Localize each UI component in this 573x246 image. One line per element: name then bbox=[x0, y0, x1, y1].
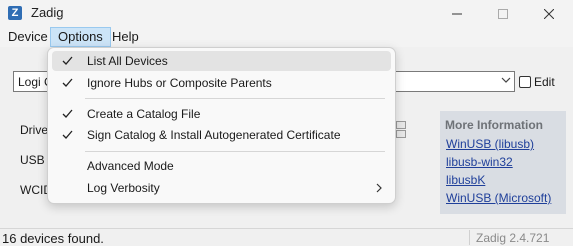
title-bar: Z Zadig bbox=[0, 0, 573, 27]
window-title: Zadig bbox=[31, 5, 64, 20]
chevron-down-icon[interactable] bbox=[501, 77, 511, 84]
menu-bar: Device Options Help bbox=[0, 27, 573, 47]
spin-up-button[interactable] bbox=[396, 121, 406, 129]
maximize-icon bbox=[498, 8, 508, 19]
checkmark-icon bbox=[62, 56, 73, 65]
link-winusb-libusb[interactable]: WinUSB (libusb) bbox=[446, 137, 534, 151]
status-divider bbox=[469, 230, 470, 245]
menu-item-ignore-hubs[interactable]: Ignore Hubs or Composite Parents bbox=[52, 73, 391, 93]
zadig-app-icon: Z bbox=[8, 6, 22, 20]
link-libusb-win32[interactable]: libusb-win32 bbox=[446, 155, 513, 169]
menu-help[interactable]: Help bbox=[105, 27, 146, 47]
options-dropdown-menu: List All Devices Ignore Hubs or Composit… bbox=[47, 47, 396, 204]
menu-separator bbox=[85, 151, 385, 152]
link-libusbk[interactable]: libusbK bbox=[446, 173, 485, 187]
driver-spinner[interactable] bbox=[396, 121, 406, 139]
checkmark-icon bbox=[62, 109, 73, 118]
menu-item-label: Sign Catalog & Install Autogenerated Cer… bbox=[87, 128, 341, 142]
status-text: 16 devices found. bbox=[2, 231, 104, 246]
menu-separator bbox=[85, 98, 385, 99]
menu-item-list-all-devices[interactable]: List All Devices bbox=[52, 51, 391, 71]
close-button[interactable] bbox=[526, 0, 572, 27]
menu-options[interactable]: Options bbox=[50, 27, 111, 47]
checkmark-icon bbox=[62, 78, 73, 87]
more-information-title: More Information bbox=[445, 118, 543, 132]
menu-item-sign-catalog[interactable]: Sign Catalog & Install Autogenerated Cer… bbox=[52, 125, 391, 145]
menu-item-log-verbosity[interactable]: Log Verbosity bbox=[52, 178, 391, 198]
menu-item-label: List All Devices bbox=[87, 54, 168, 68]
menu-item-label: Advanced Mode bbox=[87, 159, 174, 173]
version-text: Zadig 2.4.721 bbox=[476, 231, 550, 245]
menu-item-create-catalog[interactable]: Create a Catalog File bbox=[52, 104, 391, 124]
checkmark-icon bbox=[62, 130, 73, 139]
spin-down-button[interactable] bbox=[396, 130, 406, 138]
menu-item-label: Create a Catalog File bbox=[87, 107, 201, 121]
close-icon bbox=[544, 8, 554, 19]
chevron-right-icon bbox=[376, 183, 382, 193]
edit-label: Edit bbox=[534, 75, 555, 89]
more-information-panel: More Information WinUSB (libusb) libusb-… bbox=[440, 111, 566, 214]
menu-item-label: Ignore Hubs or Composite Parents bbox=[87, 76, 272, 90]
minimize-button[interactable] bbox=[434, 0, 480, 27]
menu-item-advanced-mode[interactable]: Advanced Mode bbox=[52, 156, 391, 176]
edit-checkbox[interactable] bbox=[519, 76, 531, 88]
maximize-button[interactable] bbox=[480, 0, 526, 27]
status-bar: 16 devices found. Zadig 2.4.721 bbox=[0, 228, 573, 246]
menu-item-label: Log Verbosity bbox=[87, 181, 160, 195]
link-winusb-microsoft[interactable]: WinUSB (Microsoft) bbox=[446, 191, 551, 205]
minimize-icon bbox=[452, 13, 462, 14]
menu-device[interactable]: Device bbox=[1, 27, 55, 47]
